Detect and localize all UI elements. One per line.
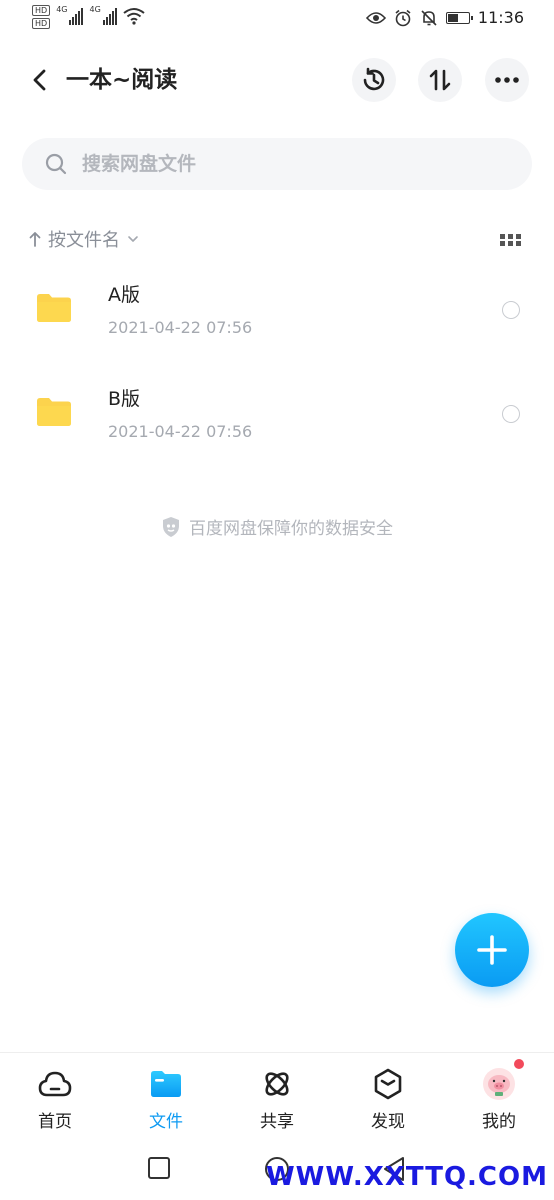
list-item[interactable]: A版 2021-04-22 07:56 [0, 258, 554, 362]
chevron-left-icon [33, 69, 46, 91]
select-radio[interactable] [502, 405, 520, 423]
tab-label: 共享 [260, 1112, 294, 1132]
more-button[interactable] [485, 58, 529, 102]
security-text: 百度网盘保障你的数据安全 [189, 519, 393, 539]
file-name: B版 [108, 388, 141, 410]
status-right: 11:36 [365, 8, 524, 27]
plus-icon [477, 935, 507, 965]
page-title: 一本~阅读 [66, 67, 178, 93]
tab-home[interactable]: 首页 [0, 1067, 110, 1132]
status-left: HD HD 4G 4G [32, 5, 145, 29]
arrow-up-icon [29, 232, 41, 247]
eye-icon [365, 11, 386, 24]
search-input[interactable] [80, 152, 484, 176]
watermark: WWW.XXTTQ.COM [266, 1162, 548, 1192]
network-type: 4G [89, 5, 101, 14]
shield-icon [163, 516, 179, 537]
file-date: 2021-04-22 07:56 [108, 318, 253, 337]
search-box[interactable] [22, 138, 532, 190]
select-radio[interactable] [502, 301, 520, 319]
more-dots-icon [495, 77, 519, 83]
tab-label: 发现 [371, 1112, 405, 1132]
tab-mine[interactable]: 我的 [444, 1059, 554, 1132]
cloud-icon [38, 1067, 72, 1101]
transfer-button[interactable] [418, 58, 462, 102]
chevron-down-icon [128, 236, 138, 242]
notification-dot [514, 1059, 524, 1069]
cube-icon [371, 1067, 405, 1101]
bottom-tab-bar: 首页 文件 共享 发现 我的 [0, 1052, 554, 1143]
avatar [483, 1068, 515, 1100]
status-bar: HD HD 4G 4G 11:36 [0, 0, 554, 38]
tab-discover[interactable]: 发现 [333, 1067, 443, 1132]
battery-icon [445, 11, 473, 24]
search-icon [45, 153, 67, 175]
grid-view-icon[interactable] [498, 232, 524, 248]
tab-label: 我的 [482, 1112, 516, 1132]
system-nav-bar: WWW.XXTTQ.COM [0, 1142, 554, 1200]
file-name: A版 [108, 284, 140, 306]
orbit-icon [260, 1067, 294, 1101]
sort-selector[interactable]: 按文件名 [28, 226, 140, 252]
avatar-icon [482, 1059, 524, 1101]
folder-icon [37, 398, 71, 426]
list-item[interactable]: B版 2021-04-22 07:56 [0, 362, 554, 466]
mute-bell-icon [421, 9, 437, 26]
back-button[interactable] [22, 62, 58, 98]
recents-square-icon[interactable] [147, 1156, 171, 1180]
sort-label: 按文件名 [48, 230, 120, 251]
add-button[interactable] [455, 913, 529, 987]
folder-icon [37, 294, 71, 322]
hd-badge: HD [32, 18, 51, 29]
security-note: 百度网盘保障你的数据安全 [0, 514, 554, 539]
folder-icon [149, 1067, 183, 1101]
hd-badge: HD [32, 5, 51, 16]
status-time: 11:36 [477, 8, 524, 27]
signal-icon: 4G [89, 5, 117, 25]
history-button[interactable] [352, 58, 396, 102]
history-icon [363, 67, 385, 91]
tab-label: 文件 [149, 1112, 183, 1132]
network-type: 4G [56, 5, 68, 14]
wifi-icon [123, 8, 145, 25]
alarm-icon [395, 9, 411, 26]
tab-files[interactable]: 文件 [111, 1067, 221, 1132]
signal-icon: 4G [56, 5, 84, 25]
transfer-arrows-icon [429, 69, 451, 91]
tab-share[interactable]: 共享 [222, 1067, 332, 1132]
hd-indicator: HD HD [32, 5, 51, 29]
file-date: 2021-04-22 07:56 [108, 422, 253, 441]
tab-label: 首页 [38, 1112, 72, 1132]
